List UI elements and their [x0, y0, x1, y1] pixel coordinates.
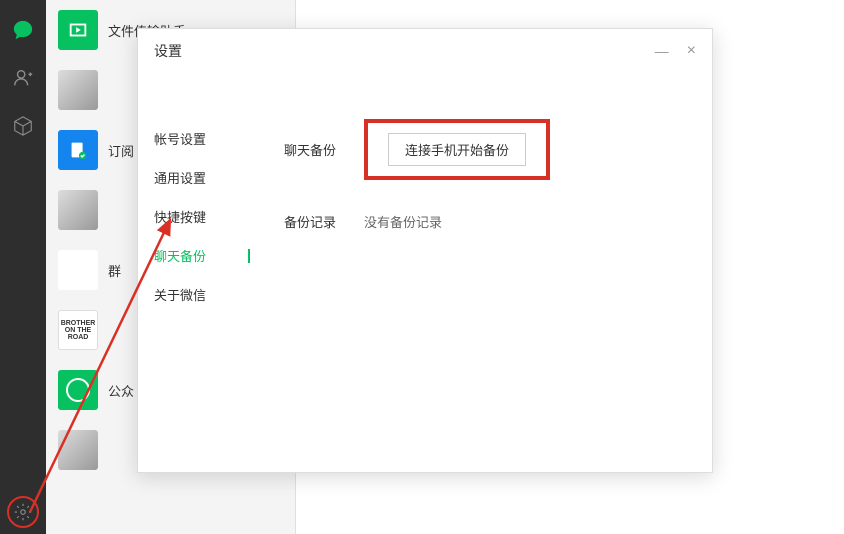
settings-nav: 帐号设置 通用设置 快捷按键 聊天备份 关于微信: [154, 73, 236, 314]
close-button[interactable]: ×: [687, 42, 696, 60]
chat-name: 公众: [108, 381, 134, 400]
nav-sidebar: [0, 0, 46, 534]
avatar: BROTHER ON THE ROAD: [58, 310, 98, 350]
backup-label: 聊天备份: [284, 140, 364, 159]
contacts-icon[interactable]: [11, 66, 35, 90]
chat-name: 群: [108, 261, 121, 280]
avatar: [58, 190, 98, 230]
nav-shortcut[interactable]: 快捷按键: [154, 197, 236, 236]
avatar: [58, 430, 98, 470]
record-value: 没有备份记录: [364, 212, 442, 231]
avatar: [58, 70, 98, 110]
dialog-title: 设置: [154, 41, 182, 61]
backup-button-highlight: 连接手机开始备份: [364, 119, 550, 180]
chat-icon[interactable]: [11, 18, 35, 42]
avatar: [58, 130, 98, 170]
avatar: [58, 250, 98, 290]
connect-phone-backup-button[interactable]: 连接手机开始备份: [388, 133, 526, 166]
settings-icon[interactable]: [7, 496, 39, 528]
settings-content: 聊天备份 连接手机开始备份 备份记录 没有备份记录: [236, 73, 696, 314]
avatar: [58, 370, 98, 410]
nav-general[interactable]: 通用设置: [154, 158, 236, 197]
avatar: [58, 10, 98, 50]
record-label: 备份记录: [284, 212, 364, 231]
dialog-header: 设置 — ×: [138, 29, 712, 73]
collection-icon[interactable]: [11, 114, 35, 138]
nav-about[interactable]: 关于微信: [154, 275, 236, 314]
settings-dialog: 设置 — × 帐号设置 通用设置 快捷按键 聊天备份 关于微信 聊天备份 连接手…: [137, 28, 713, 473]
nav-backup[interactable]: 聊天备份: [154, 236, 236, 275]
minimize-button[interactable]: —: [655, 43, 669, 59]
chat-name: 订阅: [108, 141, 134, 160]
nav-account[interactable]: 帐号设置: [154, 119, 236, 158]
